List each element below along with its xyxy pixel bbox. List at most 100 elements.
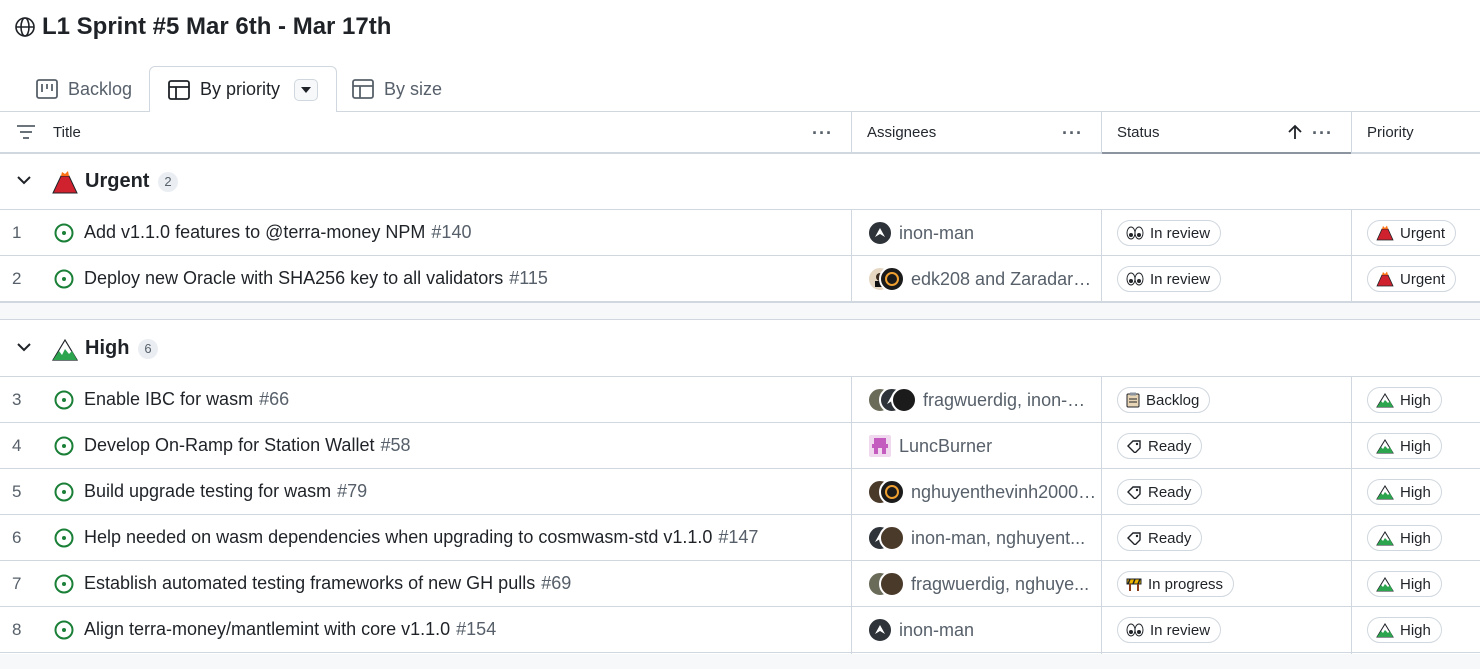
row-number: 1 (12, 223, 22, 242)
group-header-high[interactable]: High 6 (0, 321, 1480, 377)
issue-title-link[interactable]: Help needed on wasm dependencies when up… (84, 527, 758, 548)
assignee-names: LuncBurner (899, 435, 993, 456)
table-row[interactable]: 2 Deploy new Oracle with SHA256 key to a… (0, 256, 1480, 302)
assignees-cell[interactable]: edk208 and ZaradarBH (867, 266, 1097, 292)
status-badge[interactable]: Backlog (1117, 387, 1211, 413)
table-row[interactable]: 6 Help needed on wasm dependencies when … (0, 515, 1480, 561)
column-divider[interactable] (851, 112, 852, 154)
avatar (867, 433, 893, 459)
issue-title-link[interactable]: Enable IBC for wasm #66 (84, 389, 289, 410)
column-divider (851, 210, 852, 302)
avatar (867, 617, 893, 643)
column-header-assignees[interactable]: Assignees (867, 112, 936, 152)
priority-label: High (1400, 483, 1431, 501)
column-divider[interactable] (1351, 112, 1352, 154)
assignees-cell[interactable]: inon-man (867, 220, 1097, 246)
group-count-badge: 6 (138, 338, 158, 359)
issue-title-link[interactable]: Add v1.1.0 features to @terra-money NPM #… (84, 222, 471, 243)
column-header-title[interactable]: Title (53, 112, 81, 152)
label-tag-icon (1126, 439, 1142, 453)
tab-backlog[interactable]: Backlog (18, 66, 150, 112)
issue-number: #79 (337, 481, 368, 501)
priority-badge[interactable]: High (1367, 525, 1442, 551)
priority-badge[interactable]: High (1367, 387, 1442, 413)
assignees-cell[interactable]: fragwuerdig, nghuye... (867, 571, 1097, 597)
priority-badge[interactable]: High (1367, 617, 1442, 643)
group-header-urgent[interactable]: Urgent 2 (0, 154, 1480, 210)
table-row[interactable]: 8 Align terra-money/mantlemint with core… (0, 607, 1480, 653)
table-icon (168, 79, 190, 100)
issue-number: #66 (259, 389, 290, 409)
priority-badge[interactable]: High (1367, 571, 1442, 597)
status-badge[interactable]: In progress (1117, 571, 1235, 597)
column-header-priority[interactable]: Priority (1367, 112, 1414, 152)
more-horizontal-icon[interactable]: ··· (1062, 123, 1083, 144)
chevron-down-icon[interactable] (16, 340, 32, 358)
column-divider[interactable] (1101, 112, 1102, 154)
label-tag-icon (1126, 531, 1142, 545)
avatar (879, 525, 905, 551)
assignees-cell[interactable]: inon-man (867, 617, 1097, 643)
priority-label: High (1400, 621, 1431, 639)
assignees-cell[interactable]: inon-man, nghuyent... (867, 525, 1097, 551)
issue-number: #147 (718, 527, 759, 547)
status-label: Ready (1148, 437, 1192, 455)
issue-title-link[interactable]: Build upgrade testing for wasm #79 (84, 481, 367, 502)
urgent-volcano-icon (1376, 271, 1394, 287)
issue-opened-icon (54, 528, 74, 553)
group-name: High (85, 337, 130, 359)
assignees-cell[interactable]: nghuyenthevinh2000 ... (867, 479, 1097, 505)
group-divider (0, 302, 1480, 320)
issue-opened-icon (54, 482, 74, 507)
arrow-up-icon[interactable] (1288, 124, 1302, 145)
status-badge[interactable]: In review (1117, 220, 1222, 246)
issue-opened-icon (54, 269, 74, 294)
table-row[interactable]: 4 Develop On-Ramp for Station Wallet #58 … (0, 423, 1480, 469)
table-row[interactable]: 7 Establish automated testing frameworks… (0, 561, 1480, 607)
status-label: Ready (1148, 529, 1192, 547)
table-row[interactable]: 3 Enable IBC for wasm #66 fragwuerdig, in… (0, 377, 1480, 423)
priority-label: High (1400, 437, 1431, 455)
issue-title-link[interactable]: Develop On-Ramp for Station Wallet #58 (84, 435, 411, 456)
status-badge[interactable]: In review (1117, 266, 1222, 292)
issue-title-link[interactable]: Establish automated testing frameworks o… (84, 573, 571, 594)
table-row[interactable]: 5 Build upgrade testing for wasm #79 nghu… (0, 469, 1480, 515)
status-badge[interactable]: Ready (1117, 479, 1203, 505)
table-row[interactable]: 1 Add v1.1.0 features to @terra-money NP… (0, 210, 1480, 256)
filter-lines-icon[interactable] (16, 124, 36, 145)
status-badge[interactable]: Ready (1117, 433, 1203, 459)
status-label: In review (1150, 621, 1211, 639)
row-number: 6 (12, 528, 22, 547)
priority-badge[interactable]: High (1367, 433, 1442, 459)
column-header-status[interactable]: Status (1117, 112, 1160, 152)
status-badge[interactable]: In review (1117, 617, 1222, 643)
priority-badge[interactable]: Urgent (1367, 220, 1457, 246)
tab-by-priority[interactable]: By priority (149, 66, 338, 113)
high-mountain-icon (1376, 392, 1394, 408)
tab-by-size[interactable]: By size (334, 66, 460, 112)
more-horizontal-icon[interactable]: ··· (1312, 123, 1333, 144)
eyes-icon (1126, 226, 1144, 240)
tab-label: By size (384, 78, 443, 99)
assignee-names: inon-man (899, 619, 975, 640)
issue-title-link[interactable]: Align terra-money/mantlemint with core v… (84, 619, 496, 640)
more-horizontal-icon[interactable]: ··· (812, 123, 833, 144)
assignees-cell[interactable]: fragwuerdig, inon-m... (867, 387, 1097, 413)
priority-badge[interactable]: High (1367, 479, 1442, 505)
issue-title-link[interactable]: Deploy new Oracle with SHA256 key to all… (84, 268, 548, 289)
status-badge[interactable]: Ready (1117, 525, 1203, 551)
column-divider (1351, 210, 1352, 302)
tab-menu-button[interactable] (294, 78, 319, 101)
column-divider (1351, 377, 1352, 654)
issue-opened-icon (54, 436, 74, 461)
avatar (879, 571, 905, 597)
chevron-down-icon[interactable] (16, 173, 32, 191)
assignee-names: inon-man, nghuyent... (911, 527, 1086, 548)
priority-badge[interactable]: Urgent (1367, 266, 1457, 292)
tab-label: Backlog (68, 78, 133, 99)
view-tabs: Backlog By priority By size (0, 66, 1480, 113)
assignee-names: edk208 and ZaradarBH (911, 268, 1097, 289)
assignees-cell[interactable]: LuncBurner (867, 433, 1097, 459)
high-mountain-icon (1376, 622, 1394, 638)
issue-opened-icon (54, 574, 74, 599)
